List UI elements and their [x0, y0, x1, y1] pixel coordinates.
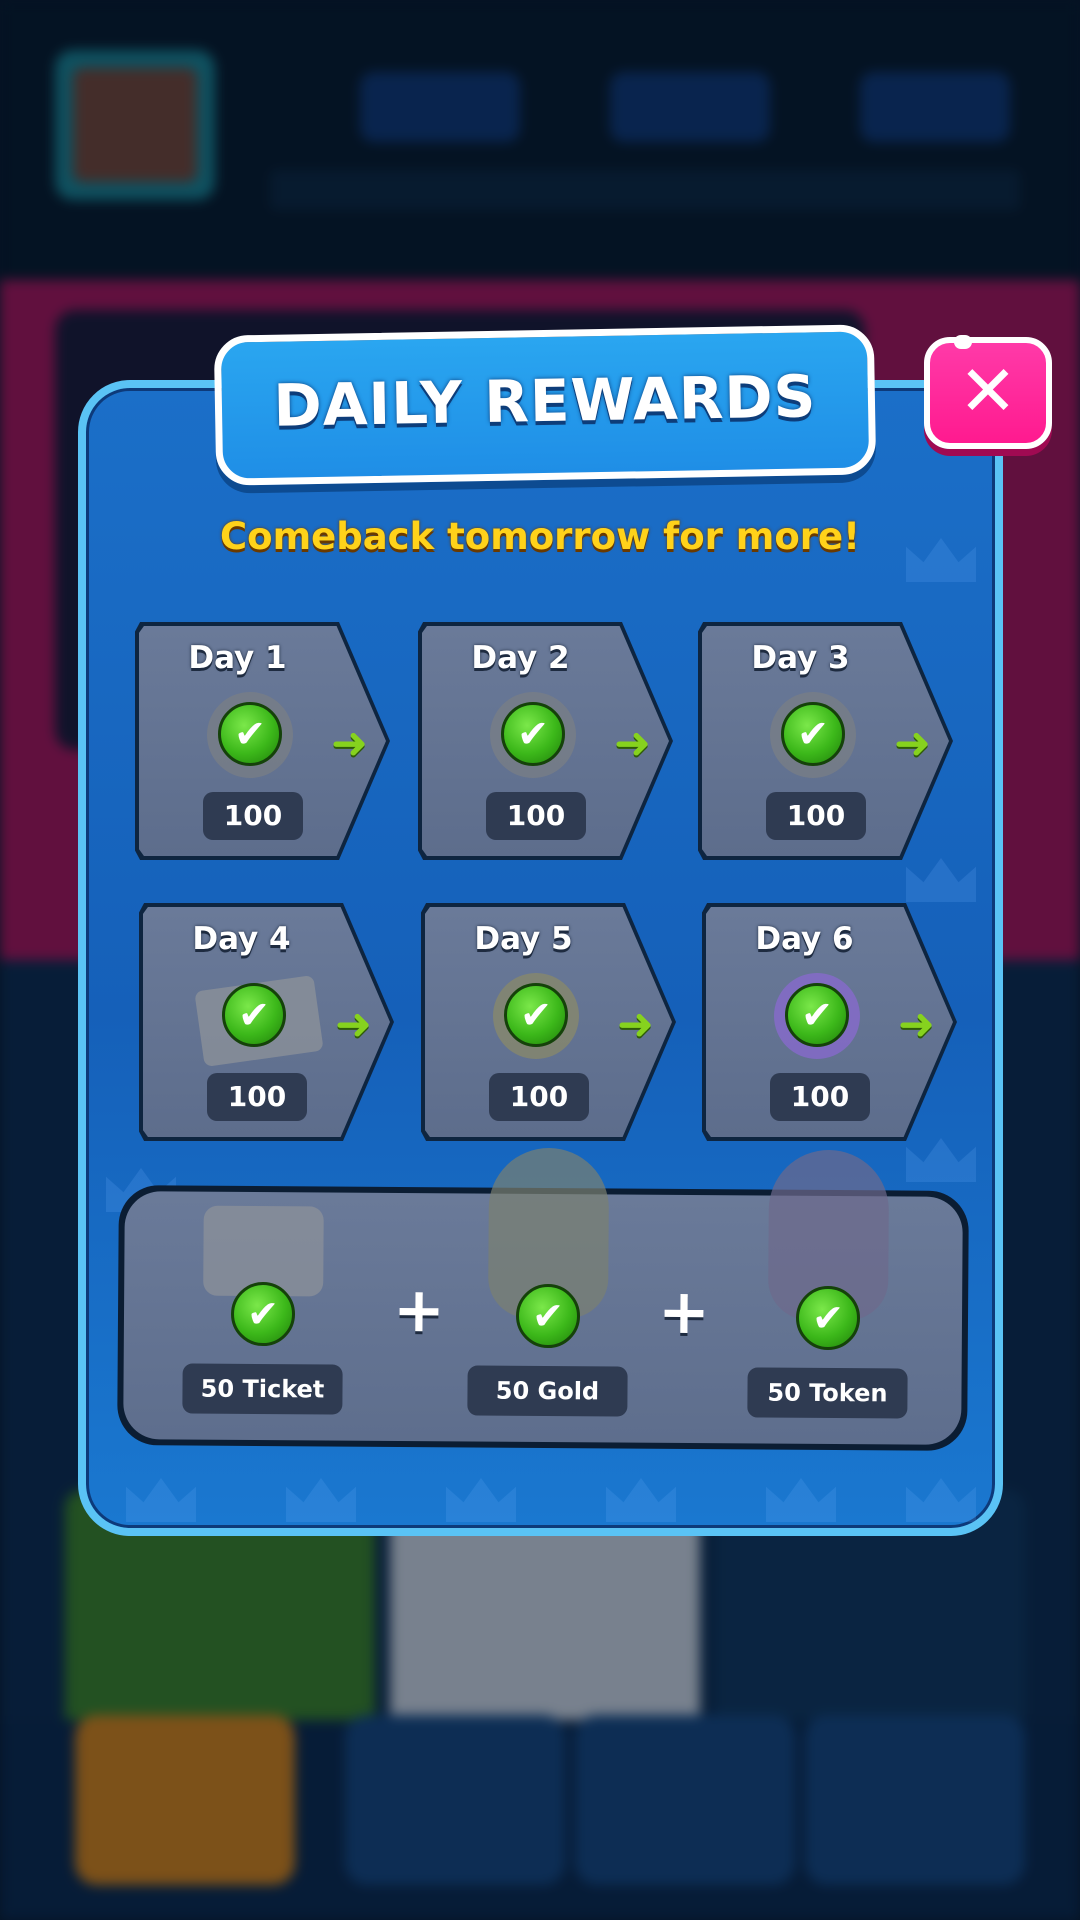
arrow-right-icon: ➜ — [614, 718, 651, 769]
dialog-title: DAILY REWARDS — [272, 362, 817, 440]
check-icon: ✔ — [515, 1283, 581, 1349]
day-label: Day 5 — [474, 921, 573, 957]
check-icon: ✔ — [218, 702, 282, 766]
check-icon: ✔ — [222, 983, 286, 1047]
plus-icon: + — [392, 1272, 446, 1347]
reward-amount: 100 — [766, 792, 866, 840]
check-icon: ✔ — [795, 1285, 861, 1351]
day-card-1[interactable]: Day 1 ✔ ➜ 100 — [135, 622, 390, 860]
check-icon: ✔ — [501, 702, 565, 766]
day-label: Day 2 — [471, 640, 570, 676]
bonus-reward-ticket: ✔ 50 Ticket — [182, 1185, 344, 1436]
day-label: Day 1 — [188, 640, 287, 676]
day-card-2[interactable]: Day 2 ✔ ➜ 100 — [418, 622, 673, 860]
bonus-reward-gold: ✔ 50 Gold — [467, 1147, 629, 1438]
reward-amount: 50 Gold — [467, 1365, 628, 1417]
arrow-right-icon: ➜ — [331, 718, 368, 769]
bonus-reward-token: ✔ 50 Token — [747, 1149, 909, 1440]
day-card-6[interactable]: Day 6 ✔ ➜ 100 — [702, 903, 957, 1141]
arrow-right-icon: ➜ — [617, 999, 654, 1050]
arrow-right-icon: ➜ — [898, 999, 935, 1050]
day-label: Day 4 — [192, 921, 291, 957]
day-card-5[interactable]: Day 5 ✔ ➜ 100 — [421, 903, 676, 1141]
check-icon: ✔ — [504, 983, 568, 1047]
check-icon: ✔ — [781, 702, 845, 766]
reward-amount: 100 — [203, 792, 303, 840]
reward-amount: 50 Ticket — [182, 1363, 343, 1415]
check-icon: ✔ — [785, 983, 849, 1047]
day-card-3[interactable]: Day 3 ✔ ➜ 100 — [698, 622, 953, 860]
day-7-bonus-panel[interactable]: ✔ 50 Ticket + ✔ 50 Gold + ✔ 50 Token — [117, 1147, 969, 1451]
reward-amount: 50 Token — [747, 1367, 908, 1419]
check-icon: ✔ — [230, 1281, 296, 1347]
dialog-subtitle: Comeback tomorrow for more! — [220, 515, 860, 558]
reward-amount: 100 — [770, 1073, 870, 1121]
day-card-4[interactable]: Day 4 ✔ ➜ 100 — [139, 903, 394, 1141]
plus-icon: + — [657, 1274, 711, 1349]
day-label: Day 3 — [751, 640, 850, 676]
reward-amount: 100 — [489, 1073, 589, 1121]
close-icon: ✕ — [958, 350, 1018, 432]
arrow-right-icon: ➜ — [335, 999, 372, 1050]
close-button[interactable]: ✕ — [924, 335, 1052, 449]
reward-amount: 100 — [486, 792, 586, 840]
arrow-right-icon: ➜ — [894, 718, 931, 769]
title-banner: DAILY REWARDS — [213, 324, 877, 486]
reward-amount: 100 — [207, 1073, 307, 1121]
day-label: Day 6 — [755, 921, 854, 957]
